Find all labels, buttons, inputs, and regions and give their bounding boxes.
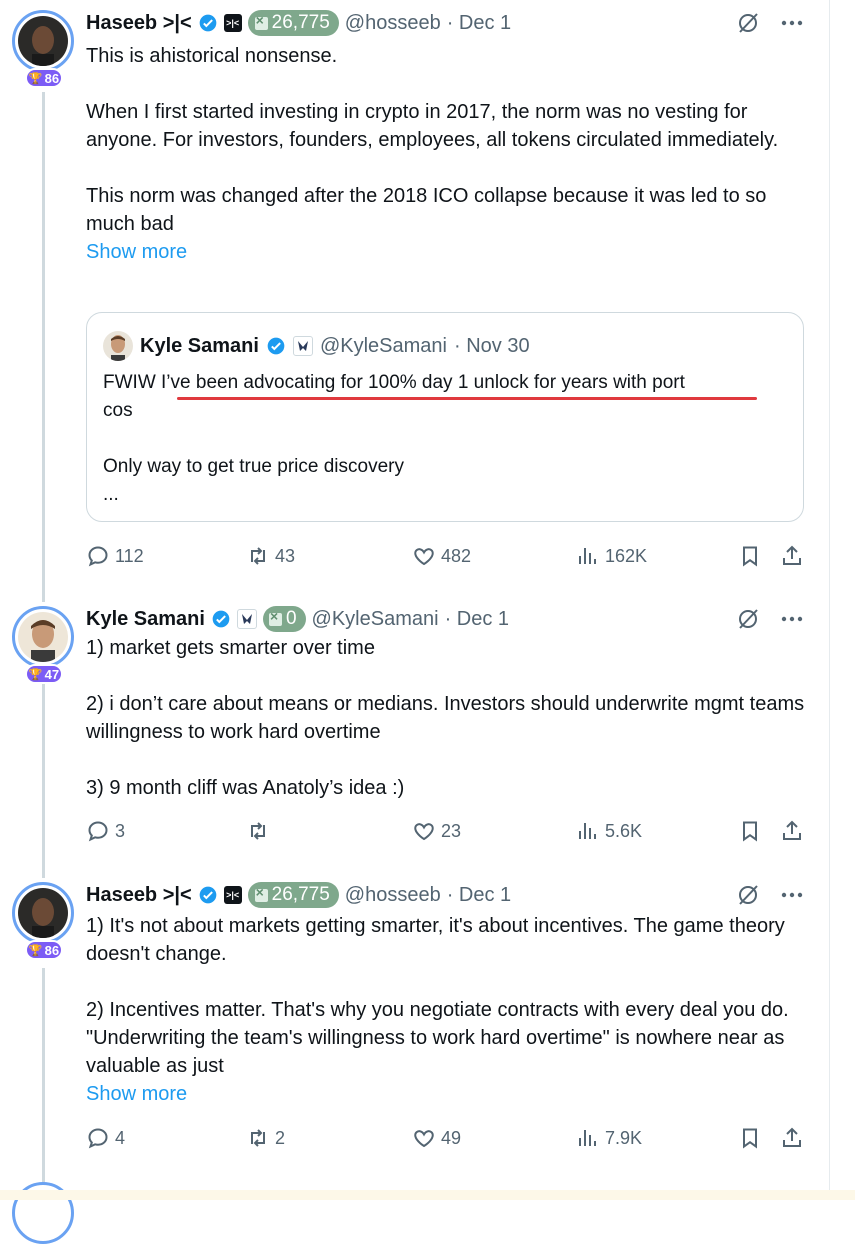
more-icon[interactable]: [779, 10, 805, 36]
trophy-icon: 🏆: [28, 944, 43, 957]
timeline-border: [829, 0, 830, 1200]
verified-icon: [212, 610, 230, 628]
rank-badge: 🏆 86: [25, 940, 63, 960]
affiliate-badge: [292, 336, 313, 356]
views-icon: [579, 823, 596, 839]
views-button[interactable]: 162K: [576, 541, 647, 571]
author-handle[interactable]: @KyleSamani: [312, 608, 439, 631]
like-icon: [414, 548, 434, 566]
trophy-icon: 🏆: [28, 668, 43, 681]
avatar[interactable]: 🏆 86: [12, 882, 74, 960]
quoted-tweet[interactable]: Kyle Samani @KyleSamani · Nov 30 FWIW I’…: [86, 312, 804, 522]
bottom-banner: [0, 1190, 855, 1200]
bookmark-button[interactable]: [738, 816, 762, 846]
affiliate-badge[interactable]: >|<: [223, 886, 242, 904]
like-icon: [414, 823, 434, 841]
reply-button[interactable]: 112: [86, 541, 144, 571]
tweet[interactable]: 🏆86 Haseeb >|< >|< 26,775 @hosseeb · Dec…: [0, 872, 829, 1172]
quote-avatar: [103, 331, 133, 361]
token-badge: 0: [262, 606, 306, 632]
share-button[interactable]: [780, 816, 804, 846]
reply-icon: [88, 546, 108, 567]
more-icon[interactable]: [779, 882, 805, 908]
reply-icon: [88, 821, 108, 842]
action-bar: 112 43 482 162K: [86, 541, 806, 571]
repost-button[interactable]: 43: [246, 541, 295, 571]
tweet[interactable]: 🏆86 Haseeb >|< >|< 26,775 @hosseeb · Dec…: [0, 0, 829, 595]
quote-author-name: Kyle Samani: [140, 334, 259, 357]
views-icon: [579, 1130, 596, 1146]
tweet-date[interactable]: · Dec 1: [445, 608, 509, 631]
repost-icon: [251, 547, 265, 565]
reply-button[interactable]: 3: [86, 816, 125, 846]
bookmark-icon: [743, 546, 757, 567]
red-underline-annotation: [177, 397, 757, 400]
repost-icon: [251, 822, 265, 840]
verified-icon: [199, 886, 217, 904]
author-handle[interactable]: @hosseeb: [345, 12, 441, 35]
tweet[interactable]: 🏆47 Kyle Samani 0 @KyleSamani · Dec 1 1)…: [0, 596, 829, 871]
quote-date: · Nov 30: [453, 334, 530, 357]
more-icon[interactable]: [779, 606, 805, 632]
quote-text: FWIW I’ve been advocating for 100% day 1…: [103, 372, 685, 505]
like-button[interactable]: 49: [412, 1123, 461, 1153]
token-badge: 26,775: [247, 10, 339, 36]
author-name[interactable]: Haseeb >|<: [86, 884, 192, 907]
verified-icon: [267, 337, 285, 355]
bookmark-button[interactable]: [738, 541, 762, 571]
like-icon: [414, 1130, 434, 1148]
repost-button[interactable]: 2: [246, 1123, 285, 1153]
like-button[interactable]: 482: [412, 541, 471, 571]
grok-icon[interactable]: [735, 10, 761, 36]
tweet-text: This is ahistorical nonsense. When I fir…: [86, 42, 806, 266]
views-button[interactable]: 5.6K: [576, 816, 642, 846]
tweet-date[interactable]: · Dec 1: [447, 884, 511, 907]
show-more-link[interactable]: Show more: [86, 1080, 806, 1108]
share-icon: [783, 820, 801, 840]
avatar[interactable]: 🏆 47: [12, 606, 74, 684]
grok-icon[interactable]: [735, 882, 761, 908]
share-button[interactable]: [780, 1123, 804, 1153]
repost-icon: [251, 1129, 265, 1147]
tweet-text: 1) It's not about markets getting smarte…: [86, 912, 806, 1108]
rank-badge: 🏆 86: [25, 68, 63, 88]
quote-author-handle: @KyleSamani: [319, 334, 447, 357]
show-more-link[interactable]: Show more: [86, 238, 806, 266]
verified-icon: [199, 14, 217, 32]
grok-icon[interactable]: [735, 606, 761, 632]
author-name[interactable]: Haseeb >|<: [86, 12, 192, 35]
views-icon: [579, 548, 596, 564]
trophy-icon: 🏆: [28, 72, 43, 85]
bookmark-icon: [743, 1128, 757, 1149]
token-badge: 26,775: [247, 882, 339, 908]
reply-button[interactable]: 4: [86, 1123, 125, 1153]
rank-badge: 🏆 47: [25, 664, 63, 684]
share-icon: [783, 1127, 801, 1147]
tweet-text: 1) market gets smarter over time 2) i do…: [86, 637, 805, 799]
share-icon: [783, 545, 801, 565]
action-bar: 3 23 5.6K: [86, 816, 806, 846]
author-name[interactable]: Kyle Samani: [86, 608, 205, 631]
repost-button[interactable]: [246, 816, 275, 846]
reply-icon: [88, 1128, 108, 1149]
avatar[interactable]: 🏆 86: [12, 10, 74, 88]
tweet-date[interactable]: · Dec 1: [447, 12, 511, 35]
affiliate-badge[interactable]: >|<: [223, 14, 242, 32]
bookmark-button[interactable]: [738, 1123, 762, 1153]
bookmark-icon: [743, 821, 757, 842]
like-button[interactable]: 23: [412, 816, 461, 846]
author-handle[interactable]: @hosseeb: [345, 884, 441, 907]
affiliate-badge[interactable]: [236, 609, 257, 629]
share-button[interactable]: [780, 541, 804, 571]
action-bar: 4 2 49 7.9K: [86, 1123, 806, 1153]
views-button[interactable]: 7.9K: [576, 1123, 642, 1153]
